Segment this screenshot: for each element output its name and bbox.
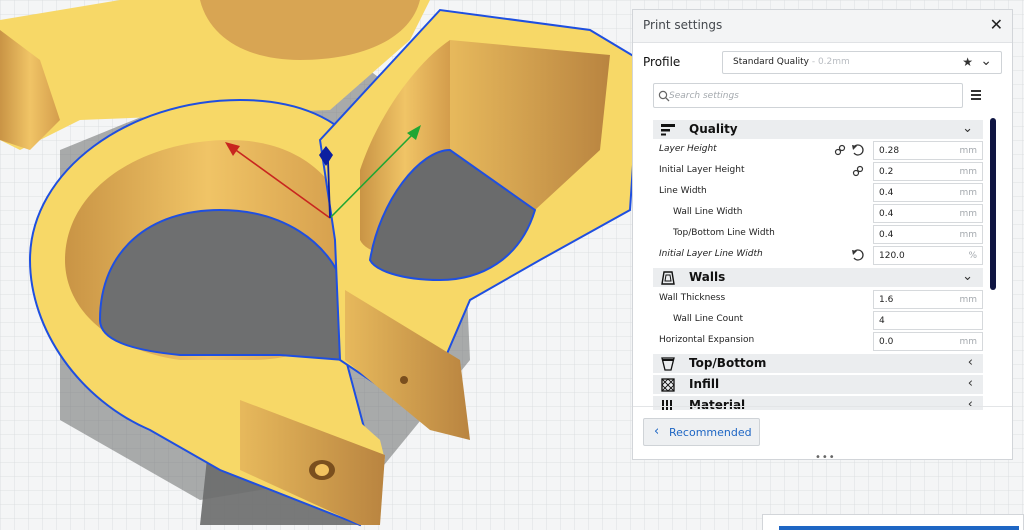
setting-row-initial-layer-height: Initial Layer Height 0.2 mm bbox=[653, 161, 983, 182]
chevron-down-icon: ⌄ bbox=[962, 121, 973, 136]
wall-thickness-field[interactable]: 1.6 mm bbox=[873, 290, 983, 309]
setting-label: Line Width bbox=[659, 186, 707, 196]
settings-scrollbar[interactable] bbox=[990, 118, 996, 290]
reset-icon[interactable] bbox=[851, 248, 865, 262]
wall-line-width-field[interactable]: 0.4 mm bbox=[873, 204, 983, 223]
link-icon[interactable] bbox=[851, 164, 865, 178]
panel-divider bbox=[633, 406, 1012, 407]
category-label: Top/Bottom bbox=[689, 356, 767, 370]
material-icon bbox=[662, 400, 672, 410]
accent-bar bbox=[779, 526, 1019, 530]
field-unit: mm bbox=[959, 209, 977, 219]
category-material[interactable]: Material ‹ bbox=[653, 396, 983, 410]
profile-dropdown[interactable]: Standard Quality - 0.2mm ★ ⌄ bbox=[722, 51, 1002, 74]
field-value: 0.2 bbox=[879, 167, 894, 177]
setting-label: Wall Line Width bbox=[673, 207, 743, 217]
field-value: 0.0 bbox=[879, 337, 894, 347]
chevron-down-icon: ⌄ bbox=[980, 53, 992, 69]
line-width-field[interactable]: 0.4 mm bbox=[873, 183, 983, 202]
horizontal-expansion-field[interactable]: 0.0 mm bbox=[873, 332, 983, 351]
chevron-left-icon: ‹ bbox=[967, 376, 973, 391]
star-icon[interactable]: ★ bbox=[962, 55, 973, 69]
wall-line-count-field[interactable]: 4 bbox=[873, 311, 983, 330]
setting-row-wall-line-count: Wall Line Count 4 bbox=[653, 310, 983, 331]
category-walls[interactable]: Walls ⌄ bbox=[653, 268, 983, 287]
setting-label: Layer Height bbox=[659, 144, 717, 154]
setting-row-line-width: Line Width 0.4 mm bbox=[653, 182, 983, 203]
category-label: Quality bbox=[689, 122, 738, 136]
category-top-bottom[interactable]: Top/Bottom ‹ bbox=[653, 354, 983, 373]
field-unit: mm bbox=[959, 146, 977, 156]
setting-label: Wall Line Count bbox=[673, 314, 744, 324]
setting-label: Horizontal Expansion bbox=[659, 335, 755, 345]
quality-icon bbox=[661, 124, 675, 136]
category-label: Walls bbox=[689, 270, 726, 284]
search-input[interactable] bbox=[669, 88, 949, 103]
profile-name: Standard Quality - 0.2mm bbox=[733, 57, 850, 67]
field-value: 1.6 bbox=[879, 295, 894, 305]
settings-menu-icon[interactable] bbox=[971, 90, 981, 102]
chevron-left-icon: ‹ bbox=[967, 355, 973, 370]
category-infill[interactable]: Infill ‹ bbox=[653, 375, 983, 394]
setting-row-initial-layer-line-width: Initial Layer Line Width 120.0 % bbox=[653, 245, 983, 266]
reset-icon[interactable] bbox=[851, 143, 865, 157]
search-box[interactable] bbox=[653, 83, 963, 108]
infill-icon bbox=[661, 378, 675, 392]
link-icon[interactable] bbox=[833, 143, 847, 157]
profile-label: Profile bbox=[643, 55, 681, 69]
layer-height-field[interactable]: 0.28 mm bbox=[873, 141, 983, 160]
setting-label: Initial Layer Height bbox=[659, 165, 745, 175]
setting-row-top-bottom-line-width: Top/Bottom Line Width 0.4 mm bbox=[653, 224, 983, 245]
category-label: Material bbox=[689, 398, 746, 410]
field-unit: mm bbox=[959, 167, 977, 177]
field-unit: mm bbox=[959, 188, 977, 198]
setting-label: Top/Bottom Line Width bbox=[673, 228, 775, 238]
field-value: 0.28 bbox=[879, 146, 900, 156]
close-icon[interactable]: ✕ bbox=[990, 15, 1003, 34]
category-label: Infill bbox=[689, 377, 720, 391]
profile-layer-height: - 0.2mm bbox=[808, 57, 850, 67]
category-quality[interactable]: Quality ⌄ bbox=[653, 120, 983, 139]
walls-icon bbox=[661, 271, 675, 285]
chevron-left-icon: ‹ bbox=[654, 424, 660, 439]
top-bottom-icon bbox=[661, 357, 675, 371]
recommended-label: Recommended bbox=[669, 426, 752, 439]
chevron-down-icon: ⌄ bbox=[962, 269, 973, 284]
initial-layer-line-width-field[interactable]: 120.0 % bbox=[873, 246, 983, 265]
print-settings-panel: Print settings ✕ Profile Standard Qualit… bbox=[632, 9, 1013, 463]
field-unit: % bbox=[968, 251, 977, 261]
top-bottom-line-width-field[interactable]: 0.4 mm bbox=[873, 225, 983, 244]
recommended-button[interactable]: ‹ Recommended bbox=[643, 418, 760, 446]
setting-row-layer-height: Layer Height 0.28 mm bbox=[653, 140, 983, 161]
resize-handle-icon[interactable]: ••• bbox=[815, 452, 836, 463]
setting-row-wall-line-width: Wall Line Width 0.4 mm bbox=[653, 203, 983, 224]
setting-label: Initial Layer Line Width bbox=[659, 249, 763, 259]
field-value: 0.4 bbox=[879, 209, 894, 219]
field-value: 4 bbox=[879, 316, 885, 326]
field-value: 120.0 bbox=[879, 251, 905, 261]
field-unit: mm bbox=[959, 337, 977, 347]
setting-row-wall-thickness: Wall Thickness 1.6 mm bbox=[653, 289, 983, 310]
field-unit: mm bbox=[959, 230, 977, 240]
field-unit: mm bbox=[959, 295, 977, 305]
chevron-left-icon: ‹ bbox=[967, 397, 973, 410]
settings-list[interactable]: Quality ⌄ Layer Height 0.28 mm Initial L… bbox=[653, 118, 983, 410]
setting-label: Wall Thickness bbox=[659, 293, 726, 303]
bottom-panel-edge bbox=[762, 514, 1024, 530]
field-value: 0.4 bbox=[879, 188, 894, 198]
panel-title: Print settings bbox=[643, 18, 723, 32]
field-value: 0.4 bbox=[879, 230, 894, 240]
initial-layer-height-field[interactable]: 0.2 mm bbox=[873, 162, 983, 181]
setting-row-horizontal-expansion: Horizontal Expansion 0.0 mm bbox=[653, 331, 983, 352]
panel-header: Print settings ✕ bbox=[633, 10, 1012, 43]
